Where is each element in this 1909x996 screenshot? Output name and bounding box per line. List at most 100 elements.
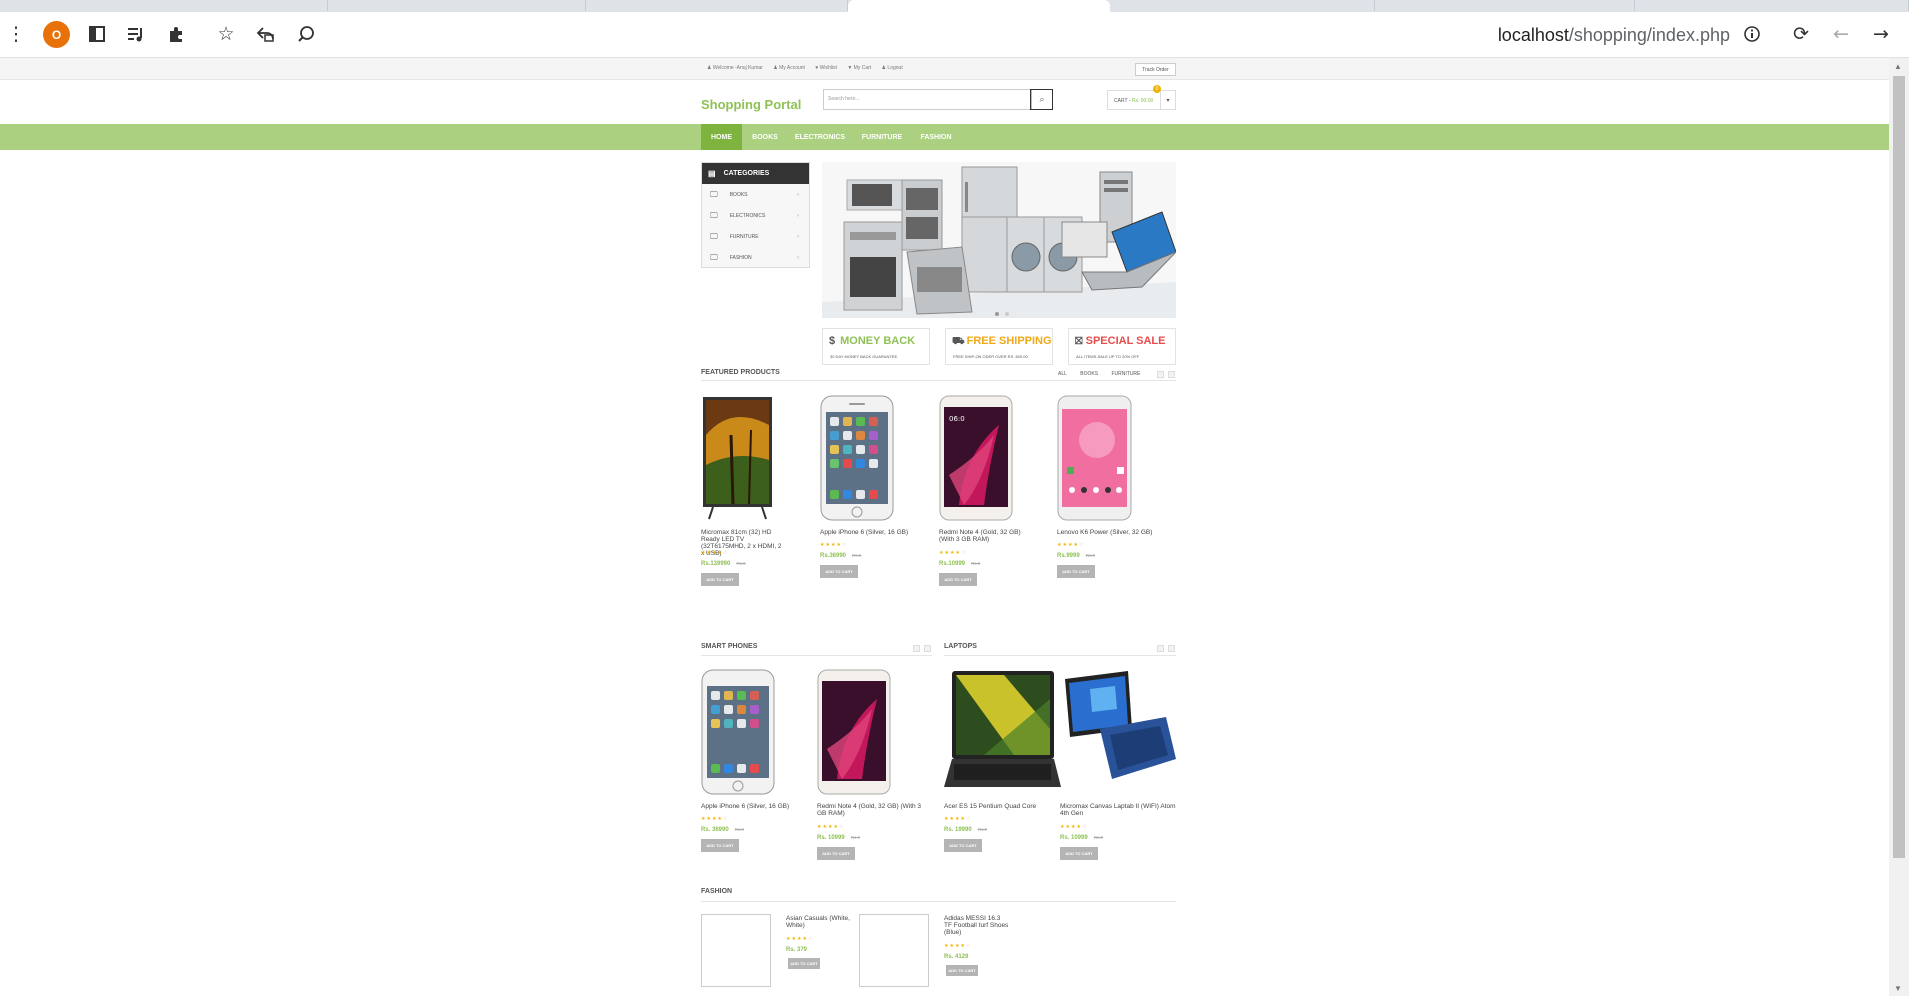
filter-all[interactable]: ALL xyxy=(1058,371,1067,377)
cart-dropdown-icon[interactable]: ▾ xyxy=(1160,91,1175,109)
product-name[interactable]: Apple iPhone 6 (Silver, 16 GB) xyxy=(820,529,915,536)
chevron-right-icon: › xyxy=(797,212,799,219)
product-image-asian-casuals[interactable] xyxy=(701,914,771,987)
category-item-fashion[interactable]: 🖵 FASHION › xyxy=(702,247,809,268)
lens-search-icon[interactable] xyxy=(293,21,319,47)
scroll-down-arrow-icon[interactable]: ▼ xyxy=(1894,984,1902,993)
product-image-micromax-laptab[interactable] xyxy=(1060,669,1176,795)
gift-icon: ⛝ xyxy=(1075,336,1083,347)
hero-banner[interactable] xyxy=(822,162,1176,318)
address-bar[interactable]: localhost/shopping/index.php xyxy=(1440,25,1730,46)
carousel-dot[interactable] xyxy=(1005,312,1009,316)
my-cart-link[interactable]: ▼ My Cart xyxy=(847,65,871,71)
site-logo[interactable]: Shopping Portal xyxy=(701,97,801,112)
browser-tab[interactable] xyxy=(1375,0,1635,11)
add-to-cart-button[interactable]: ADD TO CART xyxy=(1060,847,1098,860)
nav-item-home[interactable]: HOME xyxy=(701,124,742,150)
add-to-cart-button[interactable]: ADD TO CART xyxy=(1057,565,1095,578)
welcome-link[interactable]: ♟ Welcome -Anuj Kumar xyxy=(707,65,763,71)
smartphones-next-button[interactable] xyxy=(924,645,931,652)
monitor-icon: 🖵 xyxy=(710,189,718,199)
browser-tab[interactable] xyxy=(1110,0,1375,11)
filter-furniture[interactable]: FURNITURE xyxy=(1111,371,1140,377)
menu-icon[interactable]: ⋮ xyxy=(3,21,29,47)
browser-tab[interactable] xyxy=(328,0,586,11)
site-info-icon[interactable] xyxy=(1739,21,1765,47)
share-icon[interactable] xyxy=(253,21,279,47)
profile-avatar[interactable]: O xyxy=(43,21,70,48)
smartphones-prev-button[interactable] xyxy=(913,645,920,652)
laptops-prev-button[interactable] xyxy=(1157,645,1164,652)
add-to-cart-button[interactable]: ADD TO CART xyxy=(701,839,739,852)
reload-icon[interactable]: ⟳ xyxy=(1788,21,1814,47)
add-to-cart-button[interactable]: ADD TO CART xyxy=(817,847,855,860)
section-divider xyxy=(701,380,1176,381)
rating-stars: ★★★★☆ xyxy=(1057,542,1085,548)
nav-item-books[interactable]: BOOKS xyxy=(746,124,784,150)
product-image-adidas-messi[interactable] xyxy=(859,914,929,987)
rating-stars: ★★★★☆ xyxy=(944,943,972,949)
forward-icon[interactable]: → xyxy=(1868,21,1894,47)
search-icon[interactable]: ⌕ xyxy=(1030,89,1053,110)
product-name[interactable]: Lenovo K6 Power (Silver, 32 GB) xyxy=(1057,529,1157,536)
browser-tab[interactable] xyxy=(1635,0,1909,11)
add-to-cart-button[interactable]: ADD TO CART xyxy=(820,565,858,578)
chevron-right-icon: › xyxy=(797,254,799,261)
filter-books[interactable]: BOOKS xyxy=(1080,371,1098,377)
nav-item-fashion[interactable]: FASHION xyxy=(916,124,956,150)
browser-tab[interactable] xyxy=(0,0,328,11)
browser-window: { "browser": { "profile_initial": "O", "… xyxy=(0,0,1909,996)
product-price: Rs.139990 Rs.0 xyxy=(701,561,746,567)
product-price: Rs.10999 Rs.0 xyxy=(939,561,981,567)
product-image-iphone[interactable] xyxy=(820,395,894,521)
product-name[interactable]: Asian Casuals (White, White) xyxy=(786,915,851,929)
product-price: Rs.9999 Rs.0 xyxy=(1057,553,1095,559)
logout-link[interactable]: ♟ Logout xyxy=(882,65,903,71)
category-item-furniture[interactable]: 🖵 FURNITURE › xyxy=(702,226,809,247)
browser-tab[interactable] xyxy=(586,0,848,11)
track-order-button[interactable]: Track Order xyxy=(1135,63,1176,76)
category-item-electronics[interactable]: 🖵 ELECTRONICS › xyxy=(702,205,809,226)
add-to-cart-button[interactable]: ADD TO CART xyxy=(701,573,739,586)
site-top-bar: ♟ Welcome -Anuj Kumar ♟ My Account ♥ Wis… xyxy=(0,58,1889,80)
scroll-up-arrow-icon[interactable]: ▲ xyxy=(1894,62,1902,71)
url-path: /shopping/index.php xyxy=(1568,25,1730,45)
back-icon[interactable]: ← xyxy=(1828,21,1854,47)
add-to-cart-button[interactable]: ADD TO CART xyxy=(788,958,820,969)
add-to-cart-button[interactable]: ADD TO CART xyxy=(946,965,978,976)
product-image-iphone[interactable] xyxy=(701,669,775,795)
browser-tab-active[interactable] xyxy=(848,0,1110,12)
carousel-next-button[interactable] xyxy=(1168,371,1175,378)
add-to-cart-button[interactable]: ADD TO CART xyxy=(939,573,977,586)
product-name[interactable]: Apple iPhone 6 (Silver, 16 GB) xyxy=(701,803,796,810)
product-name[interactable]: Redmi Note 4 (Gold, 32 GB) (With 3 GB RA… xyxy=(817,803,932,817)
carousel-dot-active[interactable] xyxy=(995,312,999,316)
category-item-books[interactable]: 🖵 BOOKS › xyxy=(702,184,809,205)
reading-list-icon[interactable] xyxy=(123,21,149,47)
nav-item-electronics[interactable]: ELECTRONICS xyxy=(794,124,846,150)
extensions-icon[interactable] xyxy=(163,21,189,47)
my-account-link[interactable]: ♟ My Account xyxy=(773,65,805,71)
laptops-next-button[interactable] xyxy=(1168,645,1175,652)
product-name[interactable]: Adidas MESSI 16.3 TF Football turf Shoes… xyxy=(944,915,1009,936)
product-name[interactable]: Micromax Canvas Laptab II (WIFI) Atom 4t… xyxy=(1060,803,1176,817)
nav-item-furniture[interactable]: FURNITURE xyxy=(858,124,906,150)
product-image-tv[interactable] xyxy=(701,395,774,520)
product-image-redmi[interactable] xyxy=(817,669,891,795)
cart-summary[interactable]: CART - Rs. 00.00 0 ▾ xyxy=(1107,85,1176,110)
bookmark-star-icon[interactable]: ☆ xyxy=(213,21,239,47)
product-image-lenovo[interactable] xyxy=(1057,395,1132,521)
sidebar-icon[interactable] xyxy=(84,21,110,47)
scrollbar-thumb[interactable] xyxy=(1893,76,1905,858)
add-to-cart-button[interactable]: ADD TO CART xyxy=(944,839,982,852)
page-scrollbar[interactable]: ▲ ▼ xyxy=(1889,58,1909,996)
search-input[interactable]: Search here... xyxy=(828,96,859,102)
product-image-redmi[interactable]: 06:0 xyxy=(939,395,1013,521)
carousel-prev-button[interactable] xyxy=(1157,371,1164,378)
product-image-acer-laptop[interactable] xyxy=(944,669,1061,795)
product-name[interactable]: Redmi Note 4 (Gold, 32 GB) (With 3 GB RA… xyxy=(939,529,1034,543)
product-price: Rs. 4129 xyxy=(944,954,969,960)
wishlist-link[interactable]: ♥ Wishlist xyxy=(815,65,837,71)
product-name[interactable]: Acer ES 15 Pentium Quad Core xyxy=(944,803,1054,810)
info-box-title: ⛝ SPECIAL SALE xyxy=(1075,335,1166,347)
